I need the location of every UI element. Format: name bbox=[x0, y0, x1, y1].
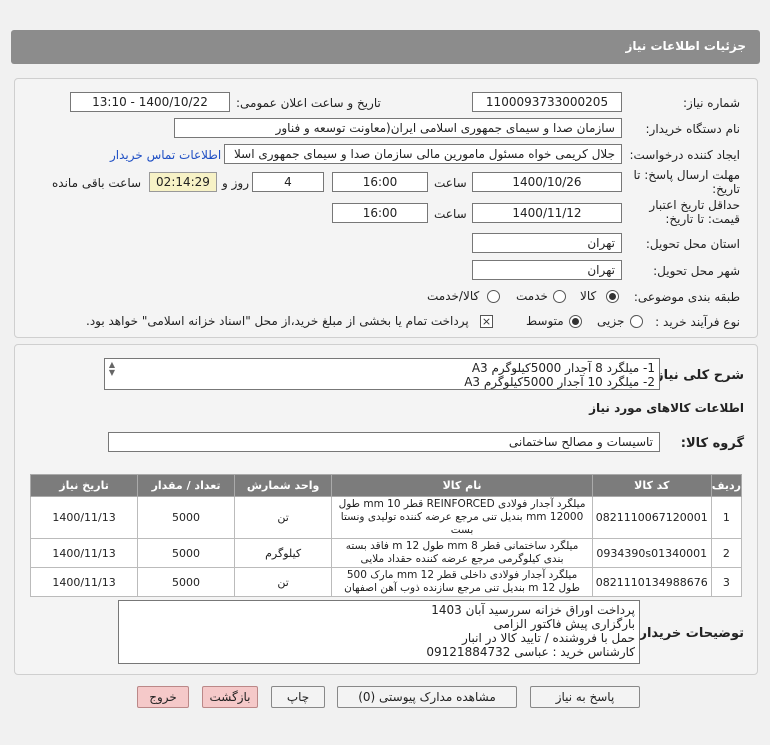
category-radio-goods-service[interactable] bbox=[487, 290, 500, 303]
need-number-label: شماره نیاز: bbox=[683, 96, 740, 110]
delivery-province-label: استان محل تحویل: bbox=[645, 237, 740, 251]
table-row: 2 0934390s01340001 میلگرد ساختمانی قطر m… bbox=[29, 538, 743, 568]
response-time-field: 16:00 bbox=[332, 172, 428, 192]
remaining-label: ساعت باقی مانده bbox=[52, 176, 142, 190]
col-header-qty: تعداد / مقدار bbox=[137, 474, 235, 497]
days-label: روز و bbox=[222, 176, 249, 190]
cell-name: میلگرد ساختمانی قطر mm 8 طول m 12 فاقد ب… bbox=[331, 538, 593, 568]
response-time-label: ساعت bbox=[434, 176, 467, 190]
cell-code: 0821110134988676 bbox=[591, 567, 712, 597]
buyer-note-line-4: کارشناس خرید : عباسی 09121884732 bbox=[426, 645, 635, 659]
cell-row: 3 bbox=[710, 567, 743, 597]
summary-label: شرح کلی نیاز: bbox=[650, 368, 744, 383]
delivery-city-label: شهر محل تحویل: bbox=[653, 264, 740, 278]
goods-table: ردیف کد کالا نام کالا واحد شمارش تعداد /… bbox=[29, 474, 743, 597]
response-date-field: 1400/10/26 bbox=[472, 172, 622, 192]
goods-group-field: تاسیسات و مصالح ساختمانی bbox=[108, 432, 660, 452]
response-deadline-label: مهلت ارسال پاسخ: تا تاریخ: bbox=[633, 168, 740, 196]
treasury-note: پرداخت تمام یا بخشی از مبلغ خرید،از محل … bbox=[86, 314, 469, 328]
cell-date: 1400/11/13 bbox=[29, 496, 139, 539]
buyer-org-field: سازمان صدا و سیمای جمهوری اسلامی ایران(م… bbox=[174, 118, 622, 138]
buyer-contact-link[interactable]: اطلاعات تماس خریدار bbox=[110, 148, 221, 162]
summary-textarea: ▲ ▼ 1- میلگرد 8 آجدار 5000کیلوگرم A3 2- م… bbox=[104, 358, 660, 390]
cell-qty: 5000 bbox=[137, 567, 235, 597]
page-title: جزئیات اطلاعات نیاز bbox=[625, 39, 746, 53]
col-header-unit: واحد شمارش bbox=[233, 474, 333, 497]
category-radio-service[interactable] bbox=[553, 290, 566, 303]
cell-qty: 5000 bbox=[137, 496, 235, 539]
delivery-province-field: تهران bbox=[472, 233, 622, 253]
price-validity-label: حداقل تاریخ اعتبار قیمت: تا تاریخ: bbox=[649, 198, 740, 226]
cell-unit: تن bbox=[233, 496, 333, 539]
cell-qty: 5000 bbox=[137, 538, 235, 568]
buyer-note-line-2: بارگزاری پیش فاکتور الزامی bbox=[493, 617, 635, 631]
purchase-option-medium: متوسط bbox=[526, 314, 564, 328]
purchase-radio-medium[interactable] bbox=[569, 315, 582, 328]
reply-button[interactable]: پاسخ به نیاز bbox=[530, 686, 640, 708]
category-option-service: خدمت bbox=[516, 289, 548, 303]
col-header-date: تاریخ نیاز bbox=[29, 474, 139, 497]
cell-code: 0934390s01340001 bbox=[591, 538, 712, 568]
cell-unit: کیلوگرم bbox=[233, 538, 333, 568]
category-option-goods-service: کالا/خدمت bbox=[427, 289, 480, 303]
cell-code: 0821110067120001 bbox=[591, 496, 712, 539]
cell-row: 2 bbox=[710, 538, 743, 568]
cell-date: 1400/11/13 bbox=[29, 567, 139, 597]
cell-unit: تن bbox=[233, 567, 333, 597]
buyer-note-line-3: حمل با فروشنده / تایید کالا در انبار bbox=[462, 631, 635, 645]
back-button[interactable]: بازگشت bbox=[202, 686, 258, 708]
attachments-button[interactable]: مشاهده مدارک پیوستی (0) bbox=[337, 686, 517, 708]
col-header-code: کد کالا bbox=[591, 474, 712, 497]
col-header-row: ردیف bbox=[710, 474, 743, 497]
category-radio-goods[interactable] bbox=[606, 290, 619, 303]
remaining-time-field: 02:14:29 bbox=[149, 172, 217, 192]
category-option-goods: کالا bbox=[580, 289, 597, 303]
page-title-bar: جزئیات اطلاعات نیاز bbox=[11, 30, 760, 64]
table-header-row: ردیف کد کالا نام کالا واحد شمارش تعداد /… bbox=[29, 474, 743, 497]
exit-button[interactable]: خروج bbox=[137, 686, 189, 708]
summary-line-2: 2- میلگرد 10 آجدار 5000کیلوگرم A3 bbox=[464, 375, 655, 389]
validity-date-field: 1400/11/12 bbox=[472, 203, 622, 223]
table-row: 3 0821110134988676 میلگرد آجدار فولادی د… bbox=[29, 567, 743, 597]
purchase-type-label: نوع فرآیند خرید : bbox=[655, 315, 740, 329]
announce-datetime-field: 1400/10/22 - 13:10 bbox=[70, 92, 230, 112]
summary-line-1: 1- میلگرد 8 آجدار 5000کیلوگرم A3 bbox=[471, 361, 655, 375]
treasury-checkbox[interactable]: ⨯ bbox=[480, 315, 493, 328]
scroll-arrows-icon[interactable]: ▲ ▼ bbox=[107, 361, 117, 377]
creator-label: ایجاد کننده درخواست: bbox=[629, 148, 740, 162]
buyer-note-line-1: پرداخت اوراق خزانه سررسید آبان 1403 bbox=[431, 603, 635, 617]
print-button[interactable]: چاپ bbox=[271, 686, 325, 708]
buyer-org-label: نام دستگاه خریدار: bbox=[645, 122, 741, 136]
category-label: طبقه بندی موضوعی: bbox=[633, 290, 740, 304]
table-row: 1 0821110067120001 میلگرد آجدار فولادی R… bbox=[29, 496, 743, 539]
delivery-city-field: تهران bbox=[472, 260, 622, 280]
goods-group-label: گروه کالا: bbox=[680, 436, 744, 451]
days-remaining-field: 4 bbox=[252, 172, 324, 192]
need-number-field: 1100093733000205 bbox=[472, 92, 622, 112]
purchase-radio-minor[interactable] bbox=[630, 315, 643, 328]
validity-time-field: 16:00 bbox=[332, 203, 428, 223]
cell-name: میلگرد آجدار فولادی داخلی قطر mm 12 مارک… bbox=[331, 567, 593, 597]
buyer-notes-label: توضیحات خریدار: bbox=[634, 626, 744, 641]
validity-time-label: ساعت bbox=[434, 207, 467, 221]
creator-field: جلال کریمی خواه مسئول مامورین مالی سازما… bbox=[224, 144, 622, 164]
buyer-notes-box: پرداخت اوراق خزانه سررسید آبان 1403 بارگ… bbox=[118, 600, 640, 664]
cell-row: 1 bbox=[710, 496, 743, 539]
col-header-name: نام کالا bbox=[331, 474, 593, 497]
cell-name: میلگرد آجدار فولادی REINFORCED قطر mm 10… bbox=[331, 496, 593, 539]
goods-section-title: اطلاعات کالاهای مورد نیاز bbox=[589, 401, 744, 415]
cell-date: 1400/11/13 bbox=[29, 538, 139, 568]
purchase-option-minor: جزیی bbox=[597, 314, 625, 328]
announce-datetime-label: تاریخ و ساعت اعلان عمومی: bbox=[236, 96, 381, 110]
